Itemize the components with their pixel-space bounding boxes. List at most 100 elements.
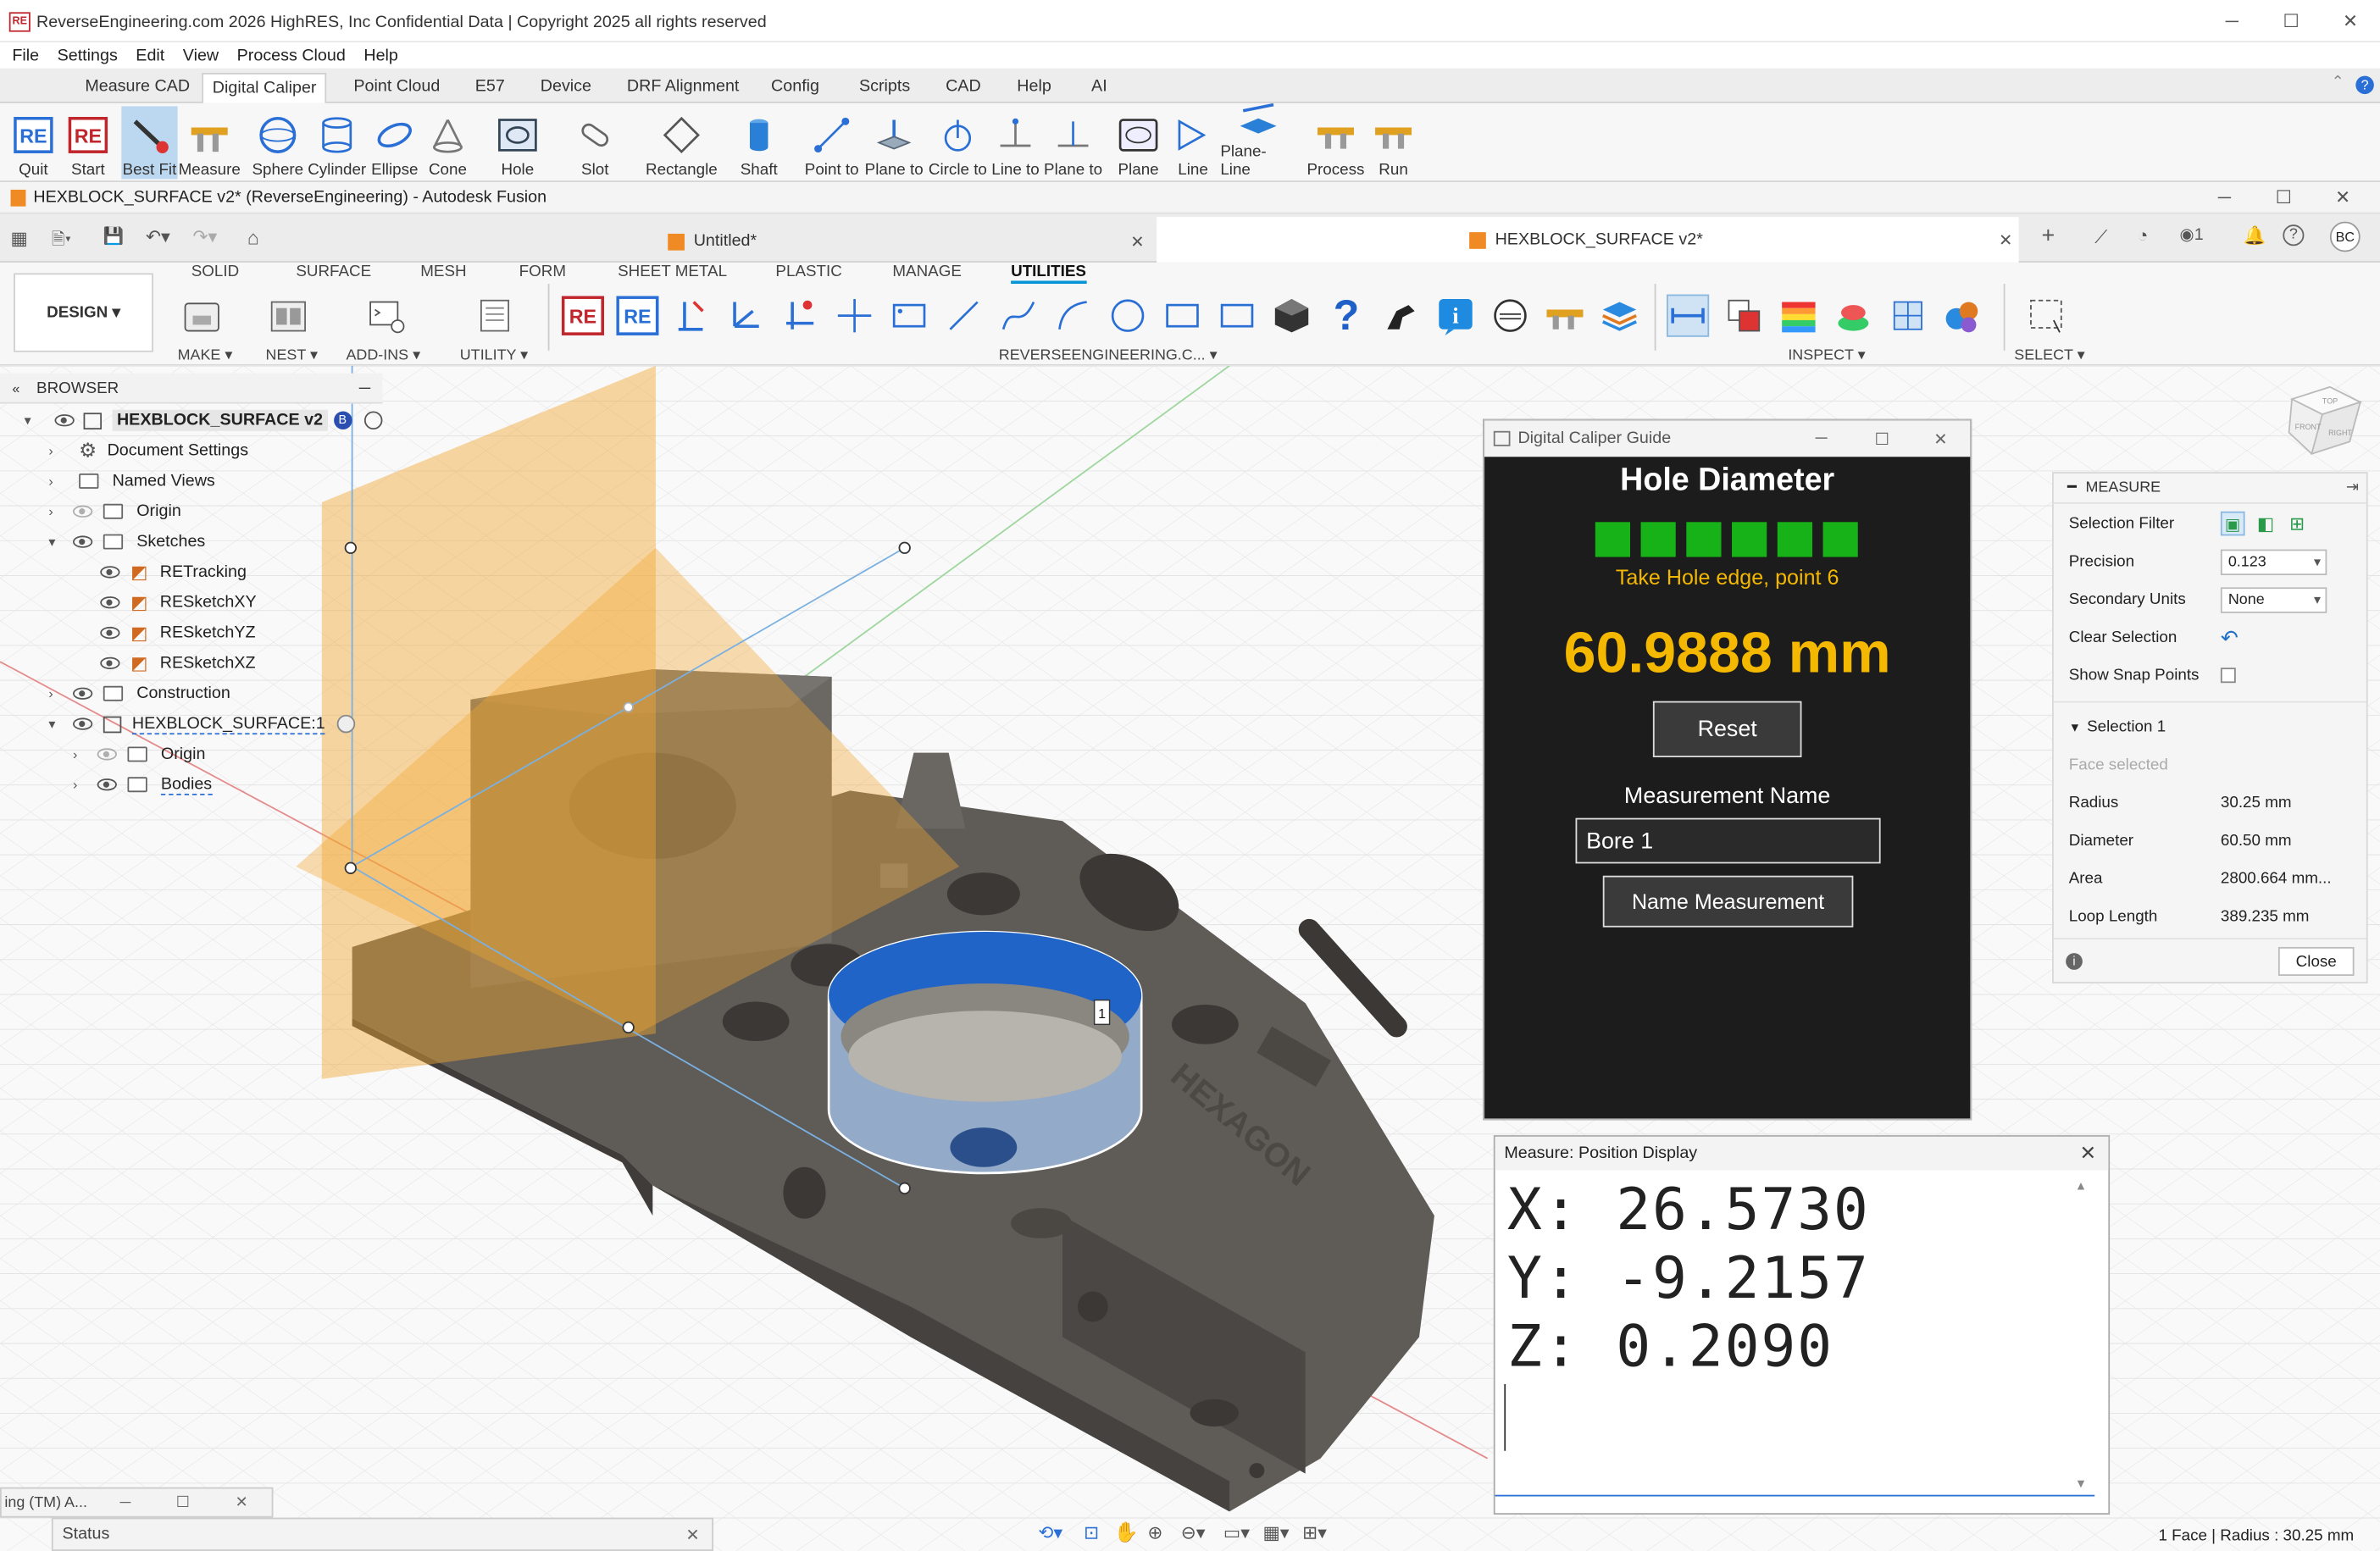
precision-select[interactable]: 0.123 xyxy=(2220,548,2327,575)
process-button[interactable]: Process xyxy=(1307,106,1364,179)
cube-icon[interactable] xyxy=(1270,295,1312,337)
cone-button[interactable]: Cone xyxy=(425,106,471,179)
scan-arm-icon[interactable] xyxy=(1379,295,1422,337)
apps-grid-icon[interactable]: ▦ xyxy=(11,228,28,249)
browser-item-construction[interactable]: › Construction xyxy=(48,679,230,709)
close-measure-button[interactable]: Close xyxy=(2277,946,2355,976)
browser-item-document-settings[interactable]: › ⚙ Document Settings xyxy=(48,435,248,466)
line-button[interactable]: Line xyxy=(1172,106,1214,179)
plane-rect-icon[interactable] xyxy=(888,295,930,337)
tab-mesh[interactable]: MESH xyxy=(420,263,466,280)
best-fit-button[interactable]: Best Fit xyxy=(121,106,178,180)
secondary-units-select[interactable]: None xyxy=(2220,586,2327,612)
guide-minimize-button[interactable]: ─ xyxy=(1816,429,1828,447)
mini-maximize-button[interactable]: ☐ xyxy=(176,1494,190,1511)
clear-selection-icon[interactable]: ↶ xyxy=(2221,624,2239,650)
save-icon[interactable]: 💾 xyxy=(103,226,125,246)
filter-face-icon[interactable]: ◧ xyxy=(2257,513,2274,535)
hidden-eye-icon[interactable] xyxy=(72,505,93,518)
expand-arrow-icon[interactable]: › xyxy=(73,746,97,762)
redo-icon[interactable]: ↷▾ xyxy=(193,226,218,247)
collapse-panel-icon[interactable]: ━ xyxy=(2067,479,2077,496)
browser-item-origin[interactable]: › Origin xyxy=(48,496,180,527)
browser-item-origin-2[interactable]: › Origin xyxy=(73,739,205,770)
close-tab-icon[interactable]: ✕ xyxy=(1130,231,1145,251)
position-scrollbar[interactable]: ▲ ▼ xyxy=(2072,1172,2094,1495)
visibility-eye-icon[interactable] xyxy=(100,626,120,640)
mini-minimize-button[interactable]: ─ xyxy=(120,1494,131,1511)
tab-point-cloud[interactable]: Point Cloud xyxy=(345,73,449,103)
menu-help[interactable]: Help xyxy=(363,47,398,64)
tab-surface[interactable]: SURFACE xyxy=(296,263,371,280)
activate-radio-icon[interactable] xyxy=(336,714,356,734)
info-icon[interactable]: i xyxy=(1434,295,1477,337)
rect-tool-icon[interactable] xyxy=(1161,295,1203,337)
tab-manage[interactable]: MANAGE xyxy=(892,263,962,280)
position-close-button[interactable]: ✕ xyxy=(2079,1141,2096,1166)
tab-form[interactable]: FORM xyxy=(519,263,566,280)
visibility-eye-icon[interactable] xyxy=(100,596,120,609)
close-tab-icon[interactable]: ✕ xyxy=(1999,230,2013,249)
run-button[interactable]: Run xyxy=(1368,106,1419,179)
doc-tab-untitled[interactable]: Untitled* ✕ xyxy=(652,220,1153,263)
cylinder-button[interactable]: Cylinder xyxy=(307,106,368,179)
visibility-eye-icon[interactable] xyxy=(100,656,120,670)
orbit-icon[interactable]: ⟲▾ xyxy=(1038,1522,1062,1543)
expand-arrow-icon[interactable]: ▾ xyxy=(48,716,73,733)
doc-tab-hexblock[interactable]: HEXBLOCK_SURFACE v2* ✕ xyxy=(1157,217,2019,263)
tab-device[interactable]: Device xyxy=(531,73,601,103)
section-icon[interactable] xyxy=(1887,295,1929,337)
zebra-icon[interactable] xyxy=(1778,295,1820,337)
re-blue-icon[interactable]: RE xyxy=(616,295,659,337)
extensions-icon[interactable]: ⟋ xyxy=(2094,226,2107,249)
activate-radio-icon[interactable] xyxy=(363,411,382,430)
file-menu-icon[interactable]: 🗎▾ xyxy=(52,226,71,255)
tab-cad[interactable]: CAD xyxy=(936,73,990,103)
shaft-button[interactable]: Shaft xyxy=(733,106,785,179)
filter-body-icon[interactable]: ▣ xyxy=(2220,511,2245,536)
fusion-close-button[interactable]: ✕ xyxy=(2313,176,2372,219)
pan-hand-icon[interactable]: ✋ xyxy=(1114,1521,1139,1545)
visibility-eye-icon[interactable] xyxy=(100,566,120,579)
browser-minimize-icon[interactable]: ─ xyxy=(359,379,370,396)
reset-button[interactable]: Reset xyxy=(1652,701,1802,758)
rect-tool-icon-2[interactable] xyxy=(1216,295,1258,337)
hidden-eye-icon[interactable] xyxy=(97,748,117,761)
selected-bore-face[interactable] xyxy=(827,930,1143,1175)
make-3dprint-icon[interactable] xyxy=(180,295,223,337)
visibility-eye-icon[interactable] xyxy=(72,717,93,730)
sphere-button[interactable]: Sphere xyxy=(252,106,303,179)
measure-button[interactable]: Measure xyxy=(179,106,241,179)
interference-icon[interactable] xyxy=(1723,295,1765,337)
notifications-icon[interactable]: 🔔 xyxy=(2244,224,2266,246)
fusion-minimize-button[interactable]: ─ xyxy=(2194,176,2254,219)
zoom-icon[interactable]: ⊕ xyxy=(1147,1522,1162,1543)
browser-item-resketchyz[interactable]: ◩ RESketchYZ xyxy=(100,618,256,648)
browser-item-resketchxy[interactable]: ◩ RESketchXY xyxy=(100,587,257,618)
expand-arrow-icon[interactable]: › xyxy=(73,777,97,792)
status-window[interactable]: Status ✕ xyxy=(51,1517,713,1551)
fusion-maximize-button[interactable]: ☐ xyxy=(2254,176,2313,219)
minimize-button[interactable]: ─ xyxy=(2202,0,2261,42)
browser-item-sketches[interactable]: ▾ Sketches xyxy=(48,527,205,557)
viewports-icon[interactable]: ⊞▾ xyxy=(1302,1522,1327,1543)
help-circle-icon[interactable]: ? xyxy=(2283,224,2305,246)
show-snap-checkbox[interactable] xyxy=(2220,667,2236,684)
utility-list-icon[interactable] xyxy=(474,295,516,337)
question-icon[interactable]: ? xyxy=(1325,291,1368,339)
tab-plastic[interactable]: PLASTIC xyxy=(775,263,841,280)
tab-ai[interactable]: AI xyxy=(1082,73,1116,103)
plane-line-button[interactable]: Plane-Line xyxy=(1220,102,1296,179)
online-status-icon[interactable]: ◔ xyxy=(2137,224,2148,246)
job-status[interactable]: ◉1 xyxy=(2180,224,2204,244)
workspace-switcher[interactable]: DESIGN ▾ xyxy=(14,273,153,352)
tab-scripts[interactable]: Scripts xyxy=(850,73,919,103)
browser-item-resketchxz[interactable]: ◩ RESketchXZ xyxy=(100,648,256,679)
plane-to-button[interactable]: Plane to xyxy=(863,106,924,179)
addins-scripts-icon[interactable] xyxy=(364,295,407,337)
expand-arrow-icon[interactable]: ▾ xyxy=(25,412,49,429)
group-reverseengineering[interactable]: REVERSEENGINEERING.C... ▾ xyxy=(999,347,1218,364)
visibility-eye-icon[interactable] xyxy=(54,414,75,427)
visibility-eye-icon[interactable] xyxy=(72,535,93,548)
close-button[interactable]: ✕ xyxy=(2321,0,2380,42)
